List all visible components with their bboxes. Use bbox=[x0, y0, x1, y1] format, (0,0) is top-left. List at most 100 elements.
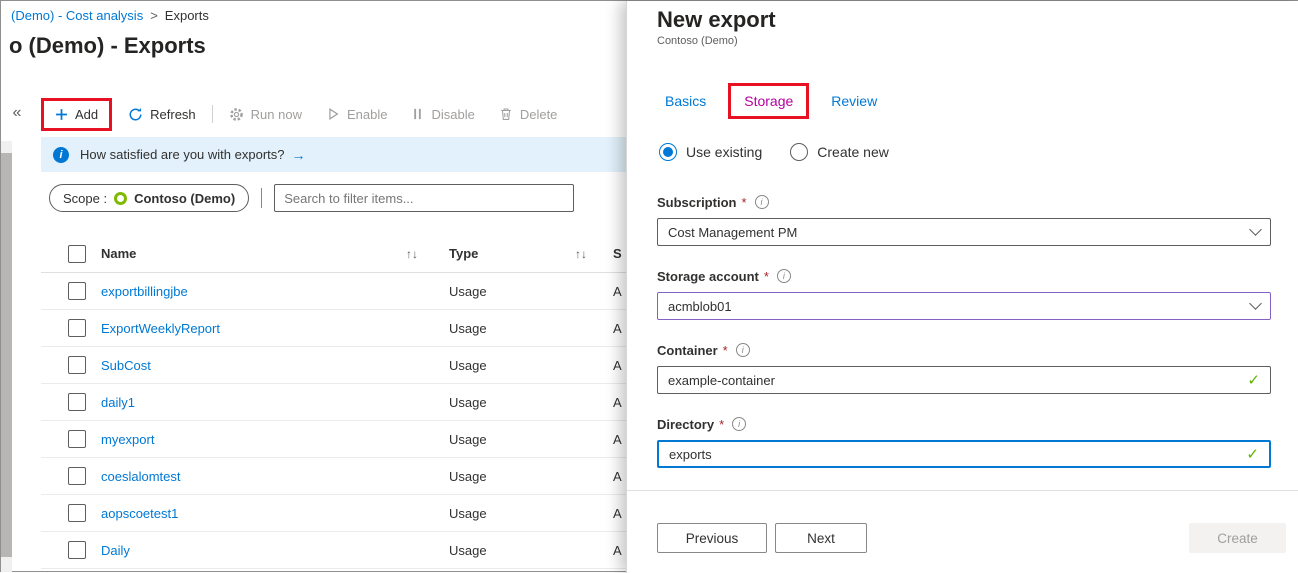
select-all-checkbox[interactable] bbox=[68, 245, 86, 263]
disable-label: Disable bbox=[431, 107, 474, 122]
container-label: Container bbox=[657, 343, 718, 358]
column-header-type[interactable]: Type bbox=[449, 246, 478, 261]
panel-footer: Previous Next Create bbox=[657, 523, 1286, 553]
table-row: exportbillingjbe Usage A bbox=[41, 273, 626, 310]
storage-mode-radios: Use existing Create new bbox=[659, 143, 889, 161]
export-name-link[interactable]: SubCost bbox=[101, 358, 151, 373]
row-checkbox[interactable] bbox=[68, 541, 86, 559]
info-icon: i bbox=[736, 343, 750, 357]
run-now-label: Run now bbox=[251, 107, 302, 122]
subscription-label: Subscription bbox=[657, 195, 736, 210]
export-type: Usage bbox=[449, 506, 487, 521]
subscription-dropdown[interactable]: Cost Management PM bbox=[657, 218, 1271, 246]
export-status: A bbox=[613, 395, 622, 410]
export-name-link[interactable]: ExportWeeklyReport bbox=[101, 321, 220, 336]
valid-check-icon: ✓ bbox=[1247, 371, 1260, 389]
container-input[interactable] bbox=[668, 373, 1247, 388]
new-export-panel: New export Contoso (Demo) Basics Storage… bbox=[626, 1, 1298, 573]
filter-row: Scope : Contoso (Demo) bbox=[49, 184, 574, 212]
survey-banner-link[interactable]: How satisfied are you with exports? → bbox=[80, 147, 305, 163]
row-checkbox[interactable] bbox=[68, 282, 86, 300]
breadcrumb-link-cost-analysis[interactable]: (Demo) - Cost analysis bbox=[11, 8, 143, 23]
export-type: Usage bbox=[449, 432, 487, 447]
storage-account-dropdown[interactable]: acmblob01 bbox=[657, 292, 1271, 320]
table-body: exportbillingjbe Usage A ExportWeeklyRep… bbox=[41, 273, 626, 569]
row-checkbox[interactable] bbox=[68, 430, 86, 448]
table-row: myexport Usage A bbox=[41, 421, 626, 458]
export-status: A bbox=[613, 321, 622, 336]
info-icon: i bbox=[777, 269, 791, 283]
subscription-value: Cost Management PM bbox=[668, 225, 797, 240]
left-scrollbar-track bbox=[1, 141, 12, 572]
pause-icon bbox=[411, 107, 424, 121]
search-input[interactable] bbox=[274, 184, 574, 212]
row-checkbox[interactable] bbox=[68, 467, 86, 485]
chevron-down-icon bbox=[1249, 223, 1262, 236]
info-filled-icon: i bbox=[53, 147, 69, 163]
enable-button[interactable]: Enable bbox=[322, 102, 391, 127]
row-checkbox[interactable] bbox=[68, 319, 86, 337]
export-name-link[interactable]: daily1 bbox=[101, 395, 135, 410]
sort-icon-type[interactable]: ↑↓ bbox=[575, 247, 587, 261]
collapse-sidebar-button[interactable]: « bbox=[6, 101, 28, 125]
tab-review[interactable]: Review bbox=[823, 93, 885, 109]
directory-input[interactable] bbox=[669, 447, 1246, 462]
container-input-box: ✓ bbox=[657, 366, 1271, 394]
delete-button[interactable]: Delete bbox=[495, 102, 562, 127]
previous-button[interactable]: Previous bbox=[657, 523, 767, 553]
export-name-link[interactable]: myexport bbox=[101, 432, 154, 447]
radio-create-new[interactable]: Create new bbox=[790, 143, 889, 161]
survey-banner: i How satisfied are you with exports? → bbox=[41, 137, 626, 172]
export-name-link[interactable]: coeslalomtest bbox=[101, 469, 180, 484]
radio-selected-icon bbox=[659, 143, 677, 161]
add-button[interactable]: Add bbox=[51, 102, 102, 127]
footer-divider bbox=[627, 490, 1298, 491]
storage-tab-annotation-box: Storage bbox=[728, 83, 809, 119]
row-checkbox[interactable] bbox=[68, 393, 86, 411]
radio-use-existing[interactable]: Use existing bbox=[659, 143, 762, 161]
play-icon bbox=[326, 107, 340, 121]
plus-icon bbox=[55, 108, 68, 121]
disable-button[interactable]: Disable bbox=[407, 102, 478, 127]
breadcrumb-separator: > bbox=[150, 8, 158, 23]
refresh-button[interactable]: Refresh bbox=[124, 102, 200, 127]
table-row: ExportWeeklyReport Usage A bbox=[41, 310, 626, 347]
panel-title: New export bbox=[657, 7, 776, 33]
table-row: coeslalomtest Usage A bbox=[41, 458, 626, 495]
filter-divider bbox=[261, 188, 262, 208]
export-status: A bbox=[613, 543, 622, 558]
storage-account-label: Storage account bbox=[657, 269, 759, 284]
run-now-button[interactable]: Run now bbox=[225, 102, 306, 127]
export-name-link[interactable]: aopscoetest1 bbox=[101, 506, 178, 521]
refresh-button-label: Refresh bbox=[150, 107, 196, 122]
refresh-icon bbox=[128, 107, 143, 122]
trash-icon bbox=[499, 107, 513, 121]
required-asterisk: * bbox=[764, 269, 769, 284]
gear-icon bbox=[229, 107, 244, 122]
tab-basics[interactable]: Basics bbox=[657, 93, 714, 109]
directory-label: Directory bbox=[657, 417, 714, 432]
directory-input-box: ✓ bbox=[657, 440, 1271, 468]
column-header-name[interactable]: Name bbox=[101, 246, 136, 261]
table-row: daily1 Usage A bbox=[41, 384, 626, 421]
row-checkbox[interactable] bbox=[68, 504, 86, 522]
scope-pill[interactable]: Scope : Contoso (Demo) bbox=[49, 184, 249, 212]
field-container: Container * i ✓ bbox=[657, 341, 1271, 394]
tab-storage[interactable]: Storage bbox=[740, 93, 797, 109]
valid-check-icon: ✓ bbox=[1246, 445, 1259, 463]
next-button[interactable]: Next bbox=[775, 523, 867, 553]
create-button[interactable]: Create bbox=[1189, 523, 1286, 553]
column-header-status[interactable]: S bbox=[613, 246, 622, 261]
field-storage-account: Storage account * i acmblob01 bbox=[657, 267, 1271, 320]
left-scrollbar-thumb[interactable] bbox=[1, 153, 12, 557]
export-name-link[interactable]: Daily bbox=[101, 543, 130, 558]
sort-icon-name[interactable]: ↑↓ bbox=[406, 247, 418, 261]
arrow-right-icon: → bbox=[291, 147, 305, 163]
table-row: Daily Usage A bbox=[41, 532, 626, 569]
chevron-down-icon bbox=[1249, 297, 1262, 310]
exports-table: Name ↑↓ Type ↑↓ S exportbillingjbe Usage… bbox=[41, 235, 626, 569]
add-button-annotation-box: Add bbox=[41, 98, 112, 131]
export-name-link[interactable]: exportbillingjbe bbox=[101, 284, 188, 299]
table-row: SubCost Usage A bbox=[41, 347, 626, 384]
row-checkbox[interactable] bbox=[68, 356, 86, 374]
